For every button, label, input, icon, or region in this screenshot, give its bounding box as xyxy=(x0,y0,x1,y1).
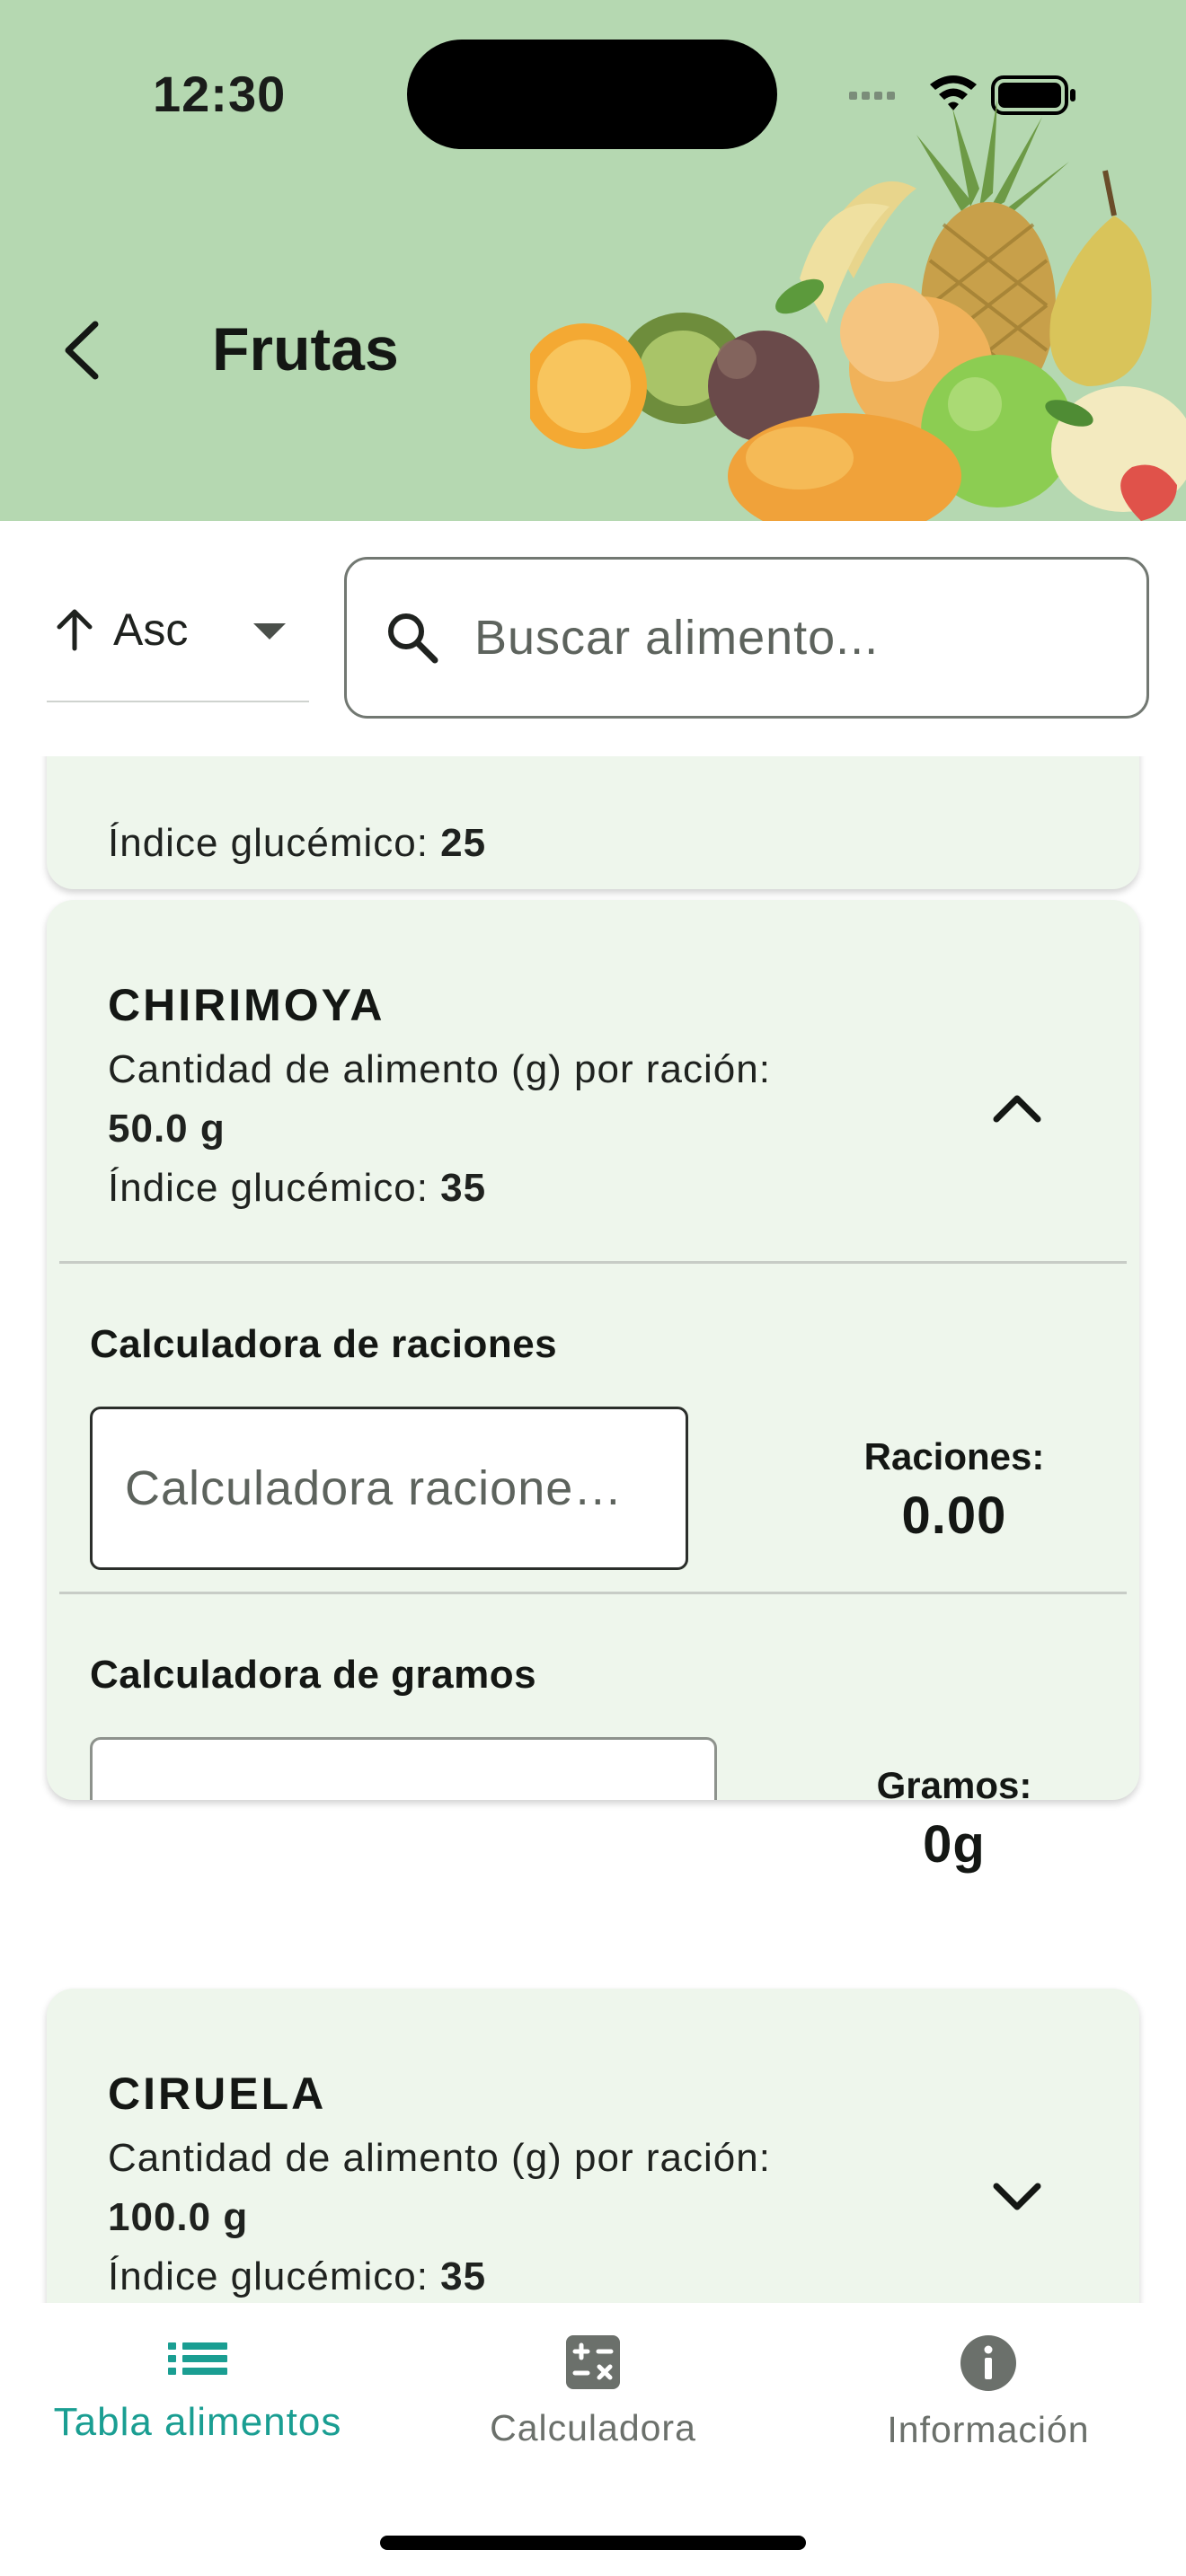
glycemic-index-line: Índice glucémico: 35 xyxy=(108,1166,487,1210)
grams-result-value: 0g xyxy=(923,1815,986,1874)
food-name: CHIRIMOYA xyxy=(108,980,385,1030)
rations-result-label: Raciones: xyxy=(863,1435,1045,1478)
portion-label: Cantidad de alimento (g) por ración: xyxy=(108,2136,771,2180)
collapse-button[interactable] xyxy=(981,1072,1053,1144)
status-time: 12:30 xyxy=(153,66,287,122)
nav-label: Calculadora xyxy=(490,2407,696,2448)
nav-tab-information[interactable]: Información xyxy=(791,2333,1186,2477)
section-divider xyxy=(59,1261,1127,1264)
rations-calculator-input[interactable] xyxy=(90,1407,688,1570)
filter-controls: Asc xyxy=(0,521,1186,756)
nav-label: Tabla alimentos xyxy=(53,2400,342,2444)
arrow-up-icon xyxy=(57,609,93,651)
grams-calculator-title: Calculadora de gramos xyxy=(90,1653,537,1697)
glycemic-index-value: 25 xyxy=(440,821,487,865)
food-list[interactable]: Índice glucémico: 25 CHIRIMOYA Cantidad … xyxy=(0,756,1186,2303)
page-title: Frutas xyxy=(212,315,399,384)
portion-label: Cantidad de alimento (g) por ración: xyxy=(108,1047,771,1091)
section-divider xyxy=(59,1592,1127,1594)
fruit-illustration xyxy=(521,90,1186,521)
nav-tab-food-table[interactable]: Tabla alimentos xyxy=(0,2333,395,2477)
caret-down-icon xyxy=(253,623,286,640)
expand-button[interactable] xyxy=(981,2161,1053,2233)
list-icon xyxy=(168,2342,227,2375)
chevron-down-icon xyxy=(993,2183,1041,2210)
nav-label: Información xyxy=(887,2409,1090,2450)
glycemic-index-line: Índice glucémico: 25 xyxy=(108,821,487,865)
search-field[interactable] xyxy=(344,557,1149,719)
glycemic-index-value: 35 xyxy=(440,2254,487,2298)
glycemic-index-line: Índice glucémico: 35 xyxy=(108,2254,487,2298)
rations-result-value: 0.00 xyxy=(901,1486,1007,1545)
search-icon xyxy=(388,613,438,664)
search-input[interactable] xyxy=(474,610,1103,666)
sort-order-dropdown[interactable]: Asc xyxy=(47,557,309,702)
chevron-left-icon xyxy=(65,321,99,380)
sort-order-label: Asc xyxy=(113,604,189,655)
portion-value: 50.0 g xyxy=(108,1107,226,1151)
app-header: 12:30 Frutas xyxy=(0,0,1186,521)
home-indicator[interactable] xyxy=(380,2536,806,2550)
chevron-up-icon xyxy=(993,1095,1041,1123)
back-button[interactable] xyxy=(54,314,108,386)
info-icon xyxy=(960,2335,1016,2391)
grams-calculator-input[interactable] xyxy=(90,1737,717,1800)
calculator-icon xyxy=(566,2335,620,2389)
food-card-partial[interactable]: Índice glucémico: 25 xyxy=(47,756,1139,889)
food-card-ciruela[interactable]: CIRUELA Cantidad de alimento (g) por rac… xyxy=(47,1989,1139,2303)
rations-calculator-title: Calculadora de raciones xyxy=(90,1322,558,1366)
grams-result-label: Gramos: xyxy=(876,1764,1032,1806)
dropdown-underline xyxy=(47,701,309,702)
portion-value: 100.0 g xyxy=(108,2195,249,2239)
glycemic-index-value: 35 xyxy=(440,1166,487,1210)
food-card-chirimoya[interactable]: CHIRIMOYA Cantidad de alimento (g) por r… xyxy=(47,900,1139,1800)
nav-tab-calculator[interactable]: Calculadora xyxy=(395,2333,791,2477)
food-name: CIRUELA xyxy=(108,2069,327,2119)
